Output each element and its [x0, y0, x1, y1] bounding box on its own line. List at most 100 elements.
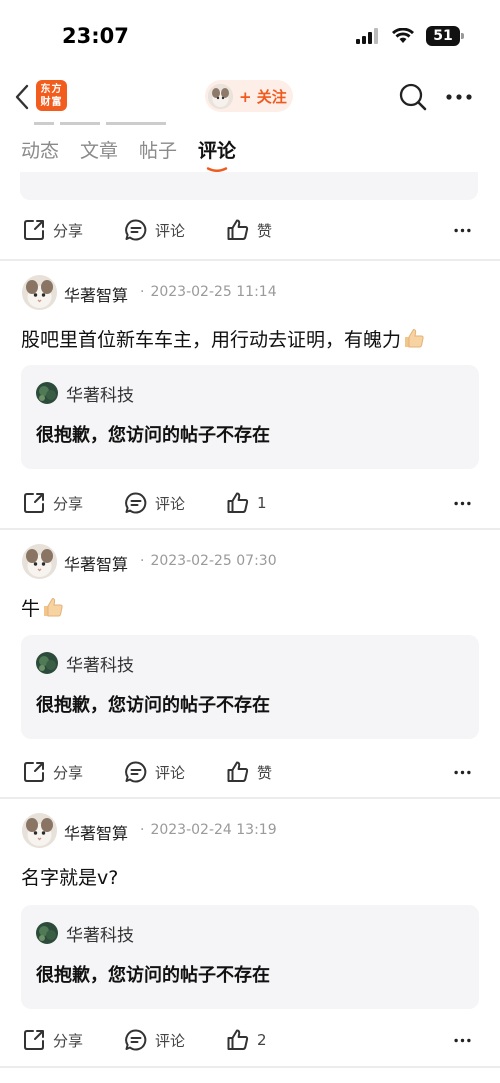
more-options-button[interactable] [444, 84, 474, 110]
divider [0, 1066, 500, 1068]
chevron-left-icon [15, 84, 29, 110]
avatar [36, 652, 58, 674]
quoted-post-card[interactable]: 华著科技 很抱歉，您访问的帖子不存在 [21, 635, 479, 739]
comment-icon [125, 1029, 147, 1051]
share-label: 分享 [53, 1031, 84, 1050]
back-button[interactable] [10, 82, 34, 112]
avatar [36, 922, 58, 944]
logo-line-1: 东方 [40, 84, 63, 95]
comment-button[interactable]: 评论 [124, 483, 185, 523]
avatar [208, 83, 233, 109]
share-label: 分享 [53, 763, 84, 782]
share-button[interactable]: 分享 [22, 210, 83, 250]
post-text-content: 牛 [21, 598, 41, 620]
post-text-content: 名字就是v? [21, 867, 119, 889]
like-label: 赞 [257, 221, 273, 240]
search-icon [399, 83, 427, 111]
post-datetime: 2023-02-25 11:14 [150, 284, 277, 300]
thumbs-up-icon [227, 492, 249, 513]
cellular-signal-icon [356, 28, 378, 44]
post-more-button[interactable] [454, 210, 478, 250]
status-time: 23:07 [62, 24, 129, 48]
avatar [36, 382, 58, 404]
app-logo: 东方 财富 [36, 80, 67, 111]
status-icons: 51 [356, 26, 464, 46]
tab-comments[interactable]: 评论 [198, 136, 237, 172]
post-text: 牛 [21, 594, 64, 621]
tab-comments-label: 评论 [198, 140, 237, 162]
follow-button[interactable]: + 关注 [205, 80, 293, 112]
comment-button[interactable]: 评论 [124, 1020, 185, 1060]
quote-author: 华著科技 [66, 386, 134, 406]
post-meta: · 2023-02-25 11:14 [140, 284, 277, 300]
avatar[interactable] [22, 544, 57, 579]
nav-bar: 东方 财富 + 关注 [0, 72, 500, 122]
action-row: 分享 评论 2 [0, 1020, 500, 1060]
comment-icon [125, 761, 147, 783]
like-button[interactable]: 1 [226, 483, 267, 523]
quote-author: 华著科技 [66, 926, 134, 946]
tab-activity[interactable]: 动态 [21, 136, 59, 163]
share-label: 分享 [53, 494, 84, 513]
tab-posts[interactable]: 帖子 [139, 136, 177, 163]
comment-label: 评论 [155, 221, 186, 240]
avatar[interactable] [22, 275, 57, 310]
like-button[interactable]: 赞 [226, 210, 272, 250]
post-text: 名字就是v? [21, 863, 118, 890]
author-name[interactable]: 华著智算 [64, 551, 128, 575]
quote-card-partial[interactable] [20, 172, 478, 200]
profile-tabs: 动态 文章 帖子 评论 [0, 122, 500, 172]
post-more-button[interactable] [454, 752, 478, 792]
divider [0, 797, 500, 799]
share-icon [24, 493, 44, 513]
thumbs-up-icon [227, 761, 249, 782]
like-count: 2 [257, 1031, 267, 1049]
share-label: 分享 [53, 221, 84, 240]
quote-text: 很抱歉，您访问的帖子不存在 [36, 425, 270, 446]
quote-author: 华著科技 [66, 656, 134, 676]
quote-text: 很抱歉，您访问的帖子不存在 [36, 695, 270, 716]
share-icon [24, 1030, 44, 1050]
action-row: 分享 评论 赞 [0, 752, 500, 792]
post-more-button[interactable] [454, 483, 478, 523]
quoted-post-card[interactable]: 华著科技 很抱歉，您访问的帖子不存在 [21, 905, 479, 1009]
divider [0, 259, 500, 261]
status-bar: 23:07 51 [0, 0, 500, 72]
share-icon [24, 762, 44, 782]
thumbs-up-emoji-icon [405, 328, 424, 348]
comment-button[interactable]: 评论 [124, 210, 185, 250]
share-button[interactable]: 分享 [22, 483, 83, 523]
avatar[interactable] [22, 813, 57, 848]
thumbs-up-emoji-icon [44, 597, 63, 617]
search-button[interactable] [398, 82, 428, 112]
post-text-content: 股吧里首位新车车主，用行动去证明，有魄力 [21, 329, 402, 351]
like-count: 1 [257, 494, 267, 512]
post-datetime: 2023-02-25 07:30 [150, 553, 277, 569]
thumbs-up-icon [227, 1029, 249, 1050]
comment-icon [125, 492, 147, 514]
author-name[interactable]: 华著智算 [64, 820, 128, 844]
action-row: 分享 评论 赞 [0, 210, 500, 250]
share-icon [24, 220, 44, 240]
comment-label: 评论 [155, 1031, 186, 1050]
more-horizontal-icon [454, 1038, 471, 1042]
post-meta: · 2023-02-25 07:30 [140, 553, 277, 569]
share-button[interactable]: 分享 [22, 752, 83, 792]
author-name[interactable]: 华著智算 [64, 282, 128, 306]
follow-label: + 关注 [239, 87, 287, 106]
tab-articles[interactable]: 文章 [80, 136, 118, 163]
like-button[interactable]: 赞 [226, 752, 272, 792]
divider [0, 528, 500, 530]
comment-button[interactable]: 评论 [124, 752, 185, 792]
battery-icon: 51 [426, 26, 464, 46]
quoted-post-card[interactable]: 华著科技 很抱歉，您访问的帖子不存在 [21, 365, 479, 469]
more-horizontal-icon [454, 228, 471, 232]
scrolled-text-fragment [34, 122, 166, 125]
logo-line-2: 财富 [40, 97, 63, 108]
comment-label: 评论 [155, 494, 186, 513]
wifi-icon [392, 28, 414, 43]
like-button[interactable]: 2 [226, 1020, 267, 1060]
share-button[interactable]: 分享 [22, 1020, 83, 1060]
action-row: 分享 评论 1 [0, 483, 500, 523]
post-more-button[interactable] [454, 1020, 478, 1060]
